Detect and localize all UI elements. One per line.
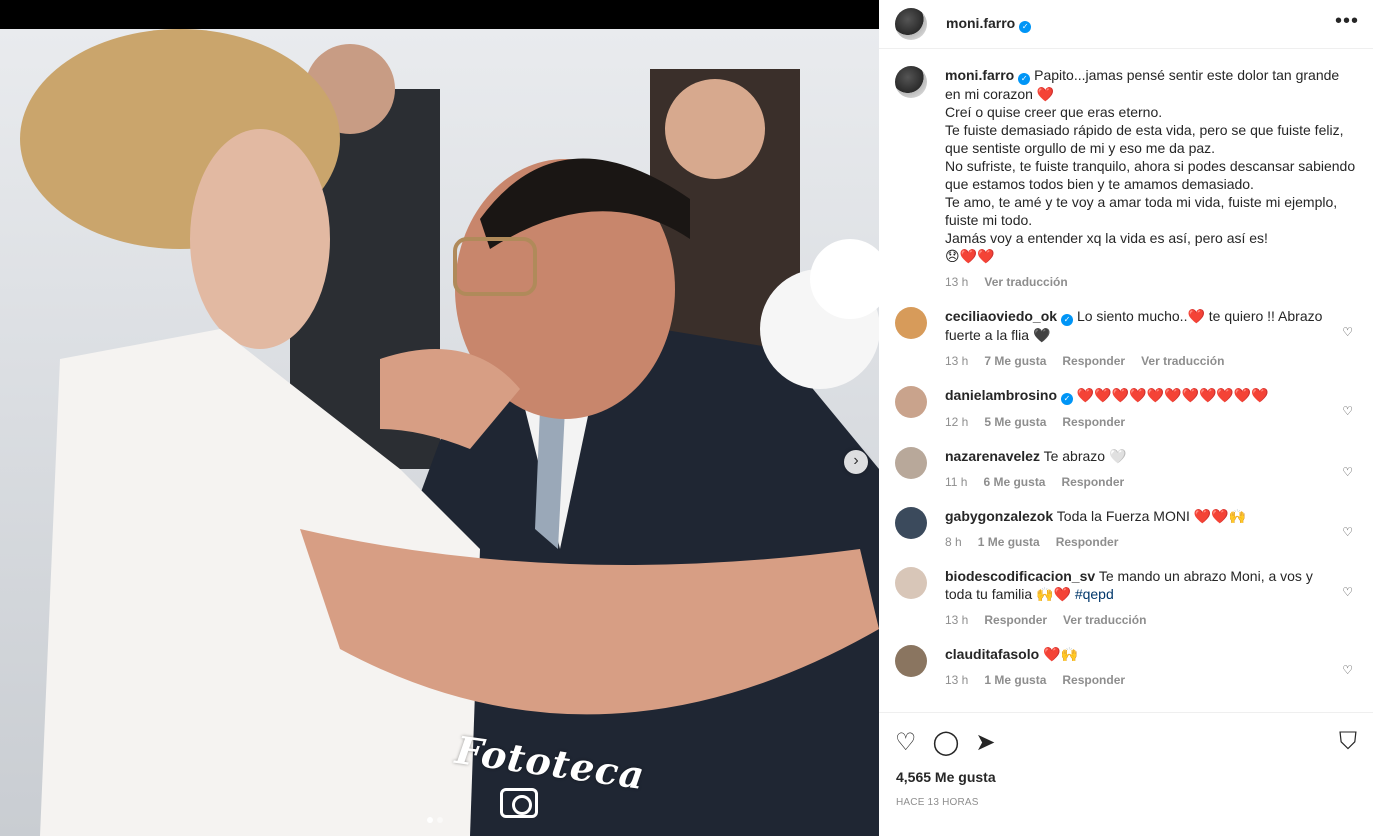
caption-body: moni.farro ✓ Papito...jamas pensé sentir … [945,50,1357,291]
comment-meta: 13 h 7 Me gusta Responder Ver traducción [945,352,1329,370]
commenter-username[interactable]: danielambrosino [945,387,1057,403]
comment-likes[interactable]: 1 Me gusta [978,533,1040,551]
comment-bubble-icon[interactable]: ◯ [933,728,960,757]
commenter-avatar[interactable] [895,645,927,677]
next-slide-button[interactable]: › [844,450,868,474]
caption-translate-link[interactable]: Ver traducción [984,273,1067,291]
caption-text: Papito...jamas pensé sentir este dolor t… [945,67,1356,264]
like-heart-icon[interactable]: ♡ [895,728,917,757]
likes-count[interactable]: 4,565 Me gusta [896,769,1357,785]
commenter-avatar[interactable] [895,307,927,339]
commenter-username[interactable]: clauditafasolo [945,646,1039,662]
reply-button[interactable]: Responder [1062,352,1125,370]
comment-item: clauditafasolo ❤️🙌 13 h 1 Me gusta Respo… [895,629,1357,689]
post-photo: › [0,29,879,836]
reply-button[interactable]: Responder [984,611,1047,629]
reply-button[interactable]: Responder [1056,533,1119,551]
comment-likes[interactable]: 6 Me gusta [983,473,1045,491]
comment-body: clauditafasolo ❤️🙌 13 h 1 Me gusta Respo… [945,629,1357,689]
commenter-avatar[interactable] [895,567,927,599]
author-avatar[interactable] [895,8,927,40]
carousel-dot [437,817,443,823]
commenter-avatar[interactable] [895,386,927,418]
commenter-avatar[interactable] [895,447,927,479]
comment-text: ❤️❤️❤️❤️❤️❤️❤️❤️❤️❤️❤️ [1076,387,1269,403]
comment-time[interactable]: 13 h [945,611,968,629]
commenter-username[interactable]: gabygonzalezok [945,508,1053,524]
commenter-username[interactable]: nazarenavelez [945,448,1040,464]
watermark-camera-icon [500,788,538,818]
comment-time[interactable]: 13 h [945,352,968,370]
comment-item: biodescodificacion_sv Te mando un abrazo… [895,551,1357,629]
comment-text: Te abrazo 🤍 [1043,448,1127,464]
comment-likes[interactable]: 5 Me gusta [984,413,1046,431]
more-options-icon[interactable]: ••• [1335,10,1359,33]
comment-item: danielambrosino ✓ ❤️❤️❤️❤️❤️❤️❤️❤️❤️❤️❤️ … [895,370,1357,431]
comment-item: nazarenavelez Te abrazo 🤍 11 h 6 Me gust… [895,431,1357,491]
comment-meta: 13 h Responder Ver traducción [945,611,1329,629]
action-icons: ♡ ◯ ➤ ⛉ [895,713,1357,771]
comment-meta: 8 h 1 Me gusta Responder [945,533,1329,551]
caption-time[interactable]: 13 h [945,273,968,291]
comment-time[interactable]: 12 h [945,413,968,431]
share-send-icon[interactable]: ➤ [975,728,995,757]
verified-badge-icon: ✓ [1061,314,1074,326]
carousel-indicator [427,817,443,823]
translate-link[interactable]: Ver traducción [1141,352,1224,370]
like-comment-heart-icon[interactable]: ♡ [1342,404,1353,418]
like-comment-heart-icon[interactable]: ♡ [1342,663,1353,677]
author-username[interactable]: moni.farro [946,15,1015,31]
reply-button[interactable]: Responder [1061,473,1124,491]
comment-meta: 13 h 1 Me gusta Responder [945,671,1329,689]
verified-badge-icon: ✓ [1019,21,1032,33]
verified-badge-icon: ✓ [1061,393,1074,405]
comment-meta: 11 h 6 Me gusta Responder [945,473,1329,491]
post-actions: ♡ ◯ ➤ ⛉ 4,565 Me gusta HACE 13 HORAS [879,712,1373,836]
post-header: moni.farro ✓ ••• [879,0,1373,49]
wedding-photo-illustration [20,29,879,836]
comment-body: danielambrosino ✓ ❤️❤️❤️❤️❤️❤️❤️❤️❤️❤️❤️ … [945,370,1357,431]
comment-meta: 12 h 5 Me gusta Responder [945,413,1329,431]
caption-meta: 13 h Ver traducción [945,273,1357,291]
save-bookmark-icon[interactable]: ⛉ [1339,728,1357,756]
comments-list[interactable]: moni.farro ✓ Papito...jamas pensé sentir … [879,50,1373,712]
hashtag-link[interactable]: #qepd [1075,586,1114,602]
caption: moni.farro ✓ Papito...jamas pensé sentir … [895,50,1357,291]
comment-body: biodescodificacion_sv Te mando un abrazo… [945,551,1357,629]
comment-body: gabygonzalezok Toda la Fuerza MONI ❤️❤️🙌… [945,491,1357,551]
like-comment-heart-icon[interactable]: ♡ [1342,525,1353,539]
post-media: › Fototeca [0,0,879,836]
caption-avatar[interactable] [895,66,927,98]
comment-body: ceciliaoviedo_ok ✓ Lo siento mucho..❤️ te… [945,291,1357,370]
comment-item: gabygonzalezok Toda la Fuerza MONI ❤️❤️🙌… [895,491,1357,551]
like-comment-heart-icon[interactable]: ♡ [1342,585,1353,599]
comment-time[interactable]: 13 h [945,671,968,689]
like-comment-heart-icon[interactable]: ♡ [1342,325,1353,339]
comment-text: Toda la Fuerza MONI ❤️❤️🙌 [1056,508,1247,524]
verified-badge-icon: ✓ [1018,73,1031,85]
comment-text: ❤️🙌 [1043,646,1078,662]
author-info: moni.farro ✓ [946,15,1032,33]
commenter-avatar[interactable] [895,507,927,539]
comment-time[interactable]: 8 h [945,533,962,551]
post-timestamp: HACE 13 HORAS [896,797,979,808]
comment-item: ceciliaoviedo_ok ✓ Lo siento mucho..❤️ te… [895,291,1357,370]
commenter-username[interactable]: biodescodificacion_sv [945,568,1095,584]
comment-likes[interactable]: 7 Me gusta [984,352,1046,370]
comment-body: nazarenavelez Te abrazo 🤍 11 h 6 Me gust… [945,431,1357,491]
translate-link[interactable]: Ver traducción [1063,611,1146,629]
commenter-username[interactable]: ceciliaoviedo_ok [945,308,1057,324]
carousel-dot-active [427,817,433,823]
post-sidebar: moni.farro ✓ ••• moni.farro ✓ Papito...jam… [879,0,1373,836]
caption-username[interactable]: moni.farro [945,67,1014,83]
reply-button[interactable]: Responder [1062,671,1125,689]
reply-button[interactable]: Responder [1062,413,1125,431]
like-comment-heart-icon[interactable]: ♡ [1342,465,1353,479]
comment-likes[interactable]: 1 Me gusta [984,671,1046,689]
comment-time[interactable]: 11 h [945,473,967,491]
